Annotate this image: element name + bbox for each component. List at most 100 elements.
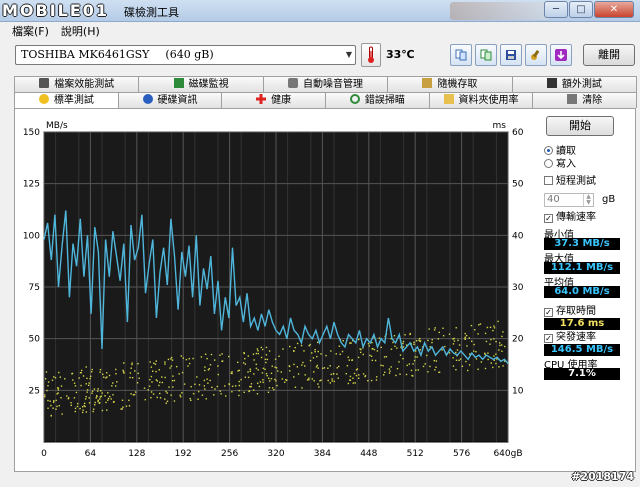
access-time-point [415,369,417,371]
access-time-point [66,395,68,397]
access-time-point [271,365,273,367]
access-time-point [228,383,231,386]
access-time-checkbox[interactable]: ✓ 存取時間 [544,306,596,318]
access-time-point [367,379,369,382]
access-time-point [90,371,93,373]
burst-rate-checkbox[interactable]: ✓ 突發速率 [544,332,596,344]
tab-random-access[interactable]: 隨機存取 [387,76,513,92]
access-time-point [313,380,315,382]
access-time-point [54,377,57,379]
tab-disk-monitor[interactable]: 磁碟監視 [138,76,264,92]
tab-extra-tests[interactable]: 額外測試 [511,76,638,92]
access-time-point [260,346,263,349]
tab-health[interactable]: 健康 [221,92,327,108]
access-time-point [364,375,366,378]
copy-screenshot-button[interactable] [475,44,497,66]
tab-aam[interactable]: 自動噪音管理 [262,76,389,92]
close-button[interactable]: ✕ [594,1,634,18]
access-time-point [413,343,415,346]
maximize-button[interactable]: □ [569,1,593,18]
access-time-point [121,399,124,402]
access-time-point [270,372,273,375]
access-time-point [412,375,414,377]
access-time-point [419,349,422,351]
chevron-down-icon[interactable]: ▼ [346,46,352,64]
temperature-readout: 33℃ [386,48,415,61]
access-time-point [338,345,341,347]
x-tick-label: 256 [221,449,238,459]
save-button[interactable] [500,44,522,66]
access-time-point [85,366,87,368]
access-time-point [331,380,333,382]
tab-error-scan[interactable]: 錯誤掃瞄 [325,92,430,108]
access-time-point [384,371,386,374]
access-time-point [504,345,506,348]
access-time-point [122,369,124,372]
y-right-tick-label: 30 [512,283,524,293]
access-time-point [183,383,186,385]
tab-erase[interactable]: 清除 [532,92,638,108]
menu-help[interactable]: 說明(H) [61,23,100,39]
access-time-point [74,410,77,413]
drive-select[interactable]: TOSHIBA MK6461GSY (640 gB) ▼ [15,45,356,65]
transfer-rate-checkbox[interactable]: ✓ 傳輸速率 [544,212,596,224]
access-time-point [268,350,271,352]
access-time-point [497,320,499,323]
floppy-icon [506,50,516,60]
access-time-point [301,387,303,389]
access-time-point [392,341,394,344]
copy-text-button[interactable] [450,44,472,66]
access-time-point [371,359,374,362]
access-time-point [175,365,178,368]
access-time-point [80,369,83,372]
access-time-point [152,393,155,395]
access-time-point [455,359,458,361]
access-time-point [412,363,414,365]
tab-folder-usage[interactable]: 資料夾使用率 [428,92,534,108]
short-test-size-input[interactable]: 40 ▲ ▼ [544,193,594,207]
access-time-point [492,366,494,369]
access-time-point [275,380,277,382]
short-test-checkbox[interactable]: 短程測試 [544,176,596,188]
write-radio[interactable]: 寫入 [544,158,576,171]
access-time-point [437,338,440,340]
access-time-point [330,373,332,376]
minimize-button[interactable]: ─ [544,1,568,18]
access-time-point [345,372,347,375]
access-time-point [96,390,99,392]
access-time-point [319,380,321,382]
access-time-point [406,364,408,367]
exit-button[interactable]: 離開 [583,44,635,66]
access-time-point [70,402,72,404]
access-time-point [331,378,333,380]
access-time-point [262,381,264,384]
access-time-point [244,376,247,378]
tab-file-benchmark[interactable]: 檔案效能測試 [14,76,140,92]
tab-info[interactable]: 硬碟資訊 [117,92,223,108]
tab-benchmark[interactable]: 標準測試 [14,92,119,108]
access-time-point [167,358,170,361]
access-time-point [130,367,132,369]
access-time-point [171,379,174,382]
x-tick-label: 512 [407,449,424,459]
access-time-point [156,396,158,399]
start-button[interactable]: 開始 [546,116,614,136]
spinner-arrows-icon[interactable]: ▲ ▼ [583,194,593,206]
access-time-point [498,342,501,344]
access-time-point [347,356,349,358]
access-time-point [419,340,421,343]
access-time-point [134,370,136,372]
access-time-point [86,377,88,380]
access-time-point [502,331,504,333]
access-time-point [51,379,54,381]
access-time-point [368,345,370,347]
access-time-point [55,408,57,410]
download-button[interactable] [550,44,572,66]
menu-file[interactable]: 檔案(F) [12,23,49,39]
options-button[interactable] [525,44,547,66]
read-radio[interactable]: 讀取 [544,145,576,158]
access-time-point [484,352,486,355]
access-time-point [182,357,185,359]
access-time-point [238,389,240,392]
y-right-tick-label: 50 [512,180,524,190]
